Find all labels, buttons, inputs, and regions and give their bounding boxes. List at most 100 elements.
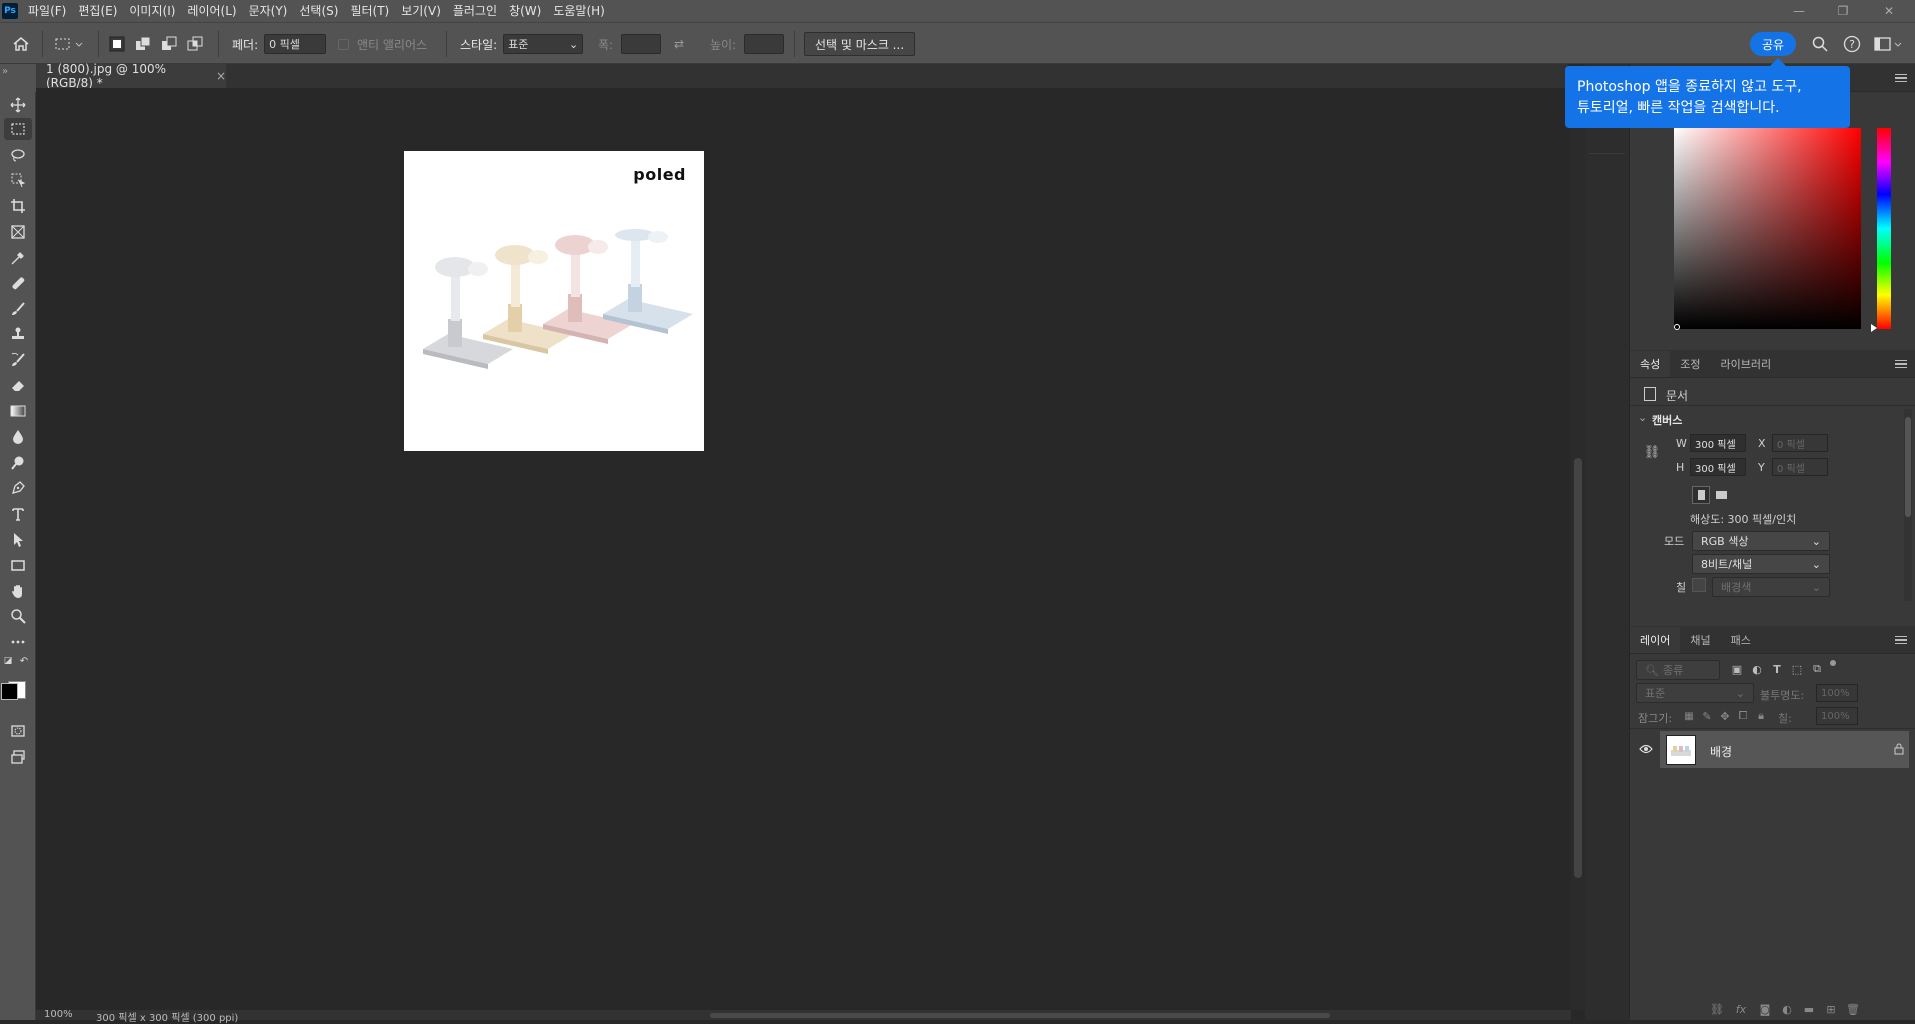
group-icon[interactable]: ▬ xyxy=(1802,1002,1816,1016)
swap-colors-icon[interactable]: ↶ xyxy=(16,654,32,668)
tab-channels[interactable]: 채널 xyxy=(1680,627,1720,653)
fill-dropdown[interactable]: 배경색 ⌄ xyxy=(1712,577,1830,597)
gradient-tool-icon[interactable] xyxy=(4,400,32,422)
style-dropdown[interactable]: 표준 ⌄ xyxy=(503,34,584,54)
tab-libraries[interactable]: 라이브러리 xyxy=(1711,351,1782,377)
collapsed-panel-icon[interactable] xyxy=(1589,124,1625,154)
restore-icon[interactable]: ❐ xyxy=(1826,0,1860,22)
antialias-checkbox[interactable] xyxy=(338,38,349,50)
rectangle-marquee-tool-icon[interactable] xyxy=(4,118,32,140)
lock-paint-icon[interactable]: ✎ xyxy=(1700,709,1714,723)
zoom-tool-icon[interactable] xyxy=(4,605,32,627)
quick-mask-icon[interactable] xyxy=(4,720,32,742)
document-canvas[interactable]: poled xyxy=(404,151,704,451)
menu-edit[interactable]: 편집(E) xyxy=(72,0,123,22)
search-icon[interactable] xyxy=(1812,23,1828,65)
tab-layers[interactable]: 레이어 xyxy=(1630,627,1681,653)
canvas-width-input[interactable]: 300 픽셀 xyxy=(1690,434,1746,452)
menu-filter[interactable]: 필터(T) xyxy=(344,0,395,22)
canvas-y-input[interactable]: 0 픽셀 xyxy=(1772,458,1828,476)
marquee-preset-icon[interactable] xyxy=(54,23,84,65)
layer-row[interactable] xyxy=(1660,731,1909,768)
zoom-level[interactable]: 100% xyxy=(44,1009,73,1020)
layer-filter-dropdown[interactable]: 🔍︎ 종류 xyxy=(1636,660,1720,680)
landscape-orientation-icon[interactable] xyxy=(1712,486,1730,504)
brush-tool-icon[interactable] xyxy=(4,298,32,320)
menu-layer[interactable]: 레이어(L) xyxy=(181,0,242,22)
chevron-down-icon[interactable]: ⌄ xyxy=(1638,411,1647,424)
menu-type[interactable]: 문자(Y) xyxy=(243,0,294,22)
menu-window[interactable]: 창(W) xyxy=(503,0,547,22)
frame-tool-icon[interactable] xyxy=(4,221,32,243)
menu-select[interactable]: 선택(S) xyxy=(293,0,344,22)
lock-artboard-icon[interactable]: ⧠ xyxy=(1736,709,1750,723)
blend-mode-dropdown[interactable]: 표준 ⌄ xyxy=(1636,683,1754,703)
default-colors-icon[interactable]: ◪ xyxy=(0,654,16,668)
properties-scrollbar[interactable] xyxy=(1904,409,1912,601)
object-selection-tool-icon[interactable] xyxy=(4,169,32,191)
smart-object-filter-icon[interactable]: ⧉ xyxy=(1810,662,1824,676)
lasso-tool-icon[interactable] xyxy=(4,144,32,166)
hue-slider[interactable] xyxy=(1877,128,1891,329)
eye-icon[interactable] xyxy=(1638,741,1654,757)
edit-toolbar-icon[interactable] xyxy=(4,631,32,653)
opacity-input[interactable]: 100% xyxy=(1816,684,1858,702)
dodge-tool-icon[interactable] xyxy=(4,452,32,474)
help-icon[interactable]: ? xyxy=(1843,23,1861,65)
canvas-height-input[interactable]: 300 픽셀 xyxy=(1690,458,1746,476)
vertical-scrollbar[interactable] xyxy=(1571,88,1585,1010)
vertical-scrollbar-thumb[interactable] xyxy=(1574,458,1582,878)
lock-position-icon[interactable]: ✥ xyxy=(1718,709,1732,723)
tab-properties[interactable]: 속성 xyxy=(1630,351,1671,377)
fill-opacity-input[interactable]: 100% xyxy=(1816,707,1858,725)
hue-slider-handle[interactable] xyxy=(1871,324,1877,332)
screen-mode-icon[interactable] xyxy=(4,746,32,768)
bitdepth-dropdown[interactable]: 8비트/채널 ⌄ xyxy=(1692,554,1830,574)
height-input[interactable] xyxy=(744,34,785,54)
eraser-tool-icon[interactable] xyxy=(4,374,32,396)
adjustment-layer-icon[interactable]: ◐ xyxy=(1780,1002,1794,1016)
healing-brush-tool-icon[interactable] xyxy=(4,272,32,294)
menu-help[interactable]: 도움말(H) xyxy=(547,0,611,22)
minimize-icon[interactable]: — xyxy=(1782,0,1816,22)
add-mask-icon[interactable]: ◙ xyxy=(1758,1002,1772,1016)
filter-toggle-icon[interactable] xyxy=(1830,660,1836,666)
close-icon[interactable]: ✕ xyxy=(1872,0,1906,22)
tab-close-icon[interactable]: × xyxy=(216,69,226,83)
width-input[interactable] xyxy=(621,34,662,54)
menu-icon[interactable] xyxy=(1895,74,1907,82)
pen-tool-icon[interactable] xyxy=(4,477,32,499)
menu-icon[interactable] xyxy=(1895,636,1907,644)
foreground-color-swatch[interactable] xyxy=(1,683,18,700)
canvas-area[interactable] xyxy=(36,88,1571,1010)
link-icon[interactable]: ⛓ xyxy=(1644,442,1661,462)
feather-input[interactable]: 0 픽셀 xyxy=(264,34,327,54)
color-picker-cursor[interactable] xyxy=(1674,324,1680,330)
fx-icon[interactable]: fx xyxy=(1734,1002,1748,1016)
move-tool-icon[interactable] xyxy=(4,94,32,116)
canvas-x-input[interactable]: 0 픽셀 xyxy=(1772,434,1828,452)
rectangle-tool-icon[interactable] xyxy=(4,554,32,576)
intersect-selection-icon[interactable] xyxy=(187,23,203,65)
fill-color-swatch[interactable] xyxy=(1692,578,1706,592)
swap-dimensions-icon[interactable]: ⇄ xyxy=(674,23,684,65)
path-selection-tool-icon[interactable] xyxy=(4,529,32,551)
link-layers-icon[interactable]: ⛓ xyxy=(1710,1002,1724,1016)
clone-stamp-tool-icon[interactable] xyxy=(4,323,32,345)
history-brush-tool-icon[interactable] xyxy=(4,349,32,371)
home-icon[interactable] xyxy=(12,23,30,65)
workspace-icon[interactable] xyxy=(1874,23,1904,65)
crop-tool-icon[interactable] xyxy=(4,195,32,217)
type-tool-icon[interactable] xyxy=(4,503,32,525)
new-layer-icon[interactable]: ⊞ xyxy=(1824,1002,1838,1016)
menu-file[interactable]: 파일(F) xyxy=(22,0,72,22)
portrait-orientation-icon[interactable] xyxy=(1692,486,1710,504)
menu-view[interactable]: 보기(V) xyxy=(395,0,447,22)
shape-filter-icon[interactable]: ⬚ xyxy=(1790,662,1804,676)
tab-adjustments[interactable]: 조정 xyxy=(1670,351,1710,377)
tab-paths[interactable]: 패스 xyxy=(1721,627,1761,653)
new-selection-icon[interactable] xyxy=(108,23,126,65)
type-filter-icon[interactable]: T xyxy=(1770,662,1784,676)
menu-plugins[interactable]: 플러그인 xyxy=(447,0,503,22)
eyedropper-tool-icon[interactable] xyxy=(4,247,32,269)
